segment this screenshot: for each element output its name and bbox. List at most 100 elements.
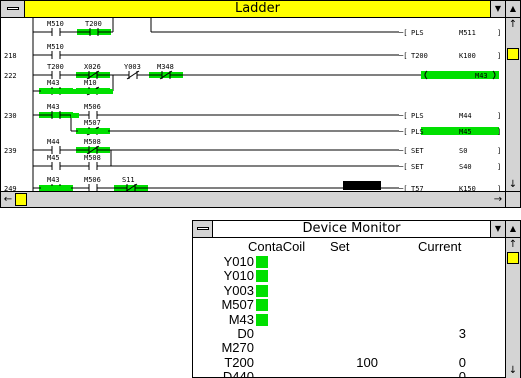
instruction-name: PLS — [411, 29, 424, 37]
instruction-name: SET — [411, 163, 424, 171]
instruction-operand: S40 — [459, 163, 472, 171]
instruction-open-bracket: ─[ — [398, 112, 407, 120]
device-name: D440 — [222, 369, 254, 378]
monitor-title-bar[interactable]: Device Monitor ▼ ▲ — [193, 221, 520, 238]
scroll-down-arrow-icon[interactable]: ↓ — [506, 364, 520, 378]
instruction-operand: M511 — [459, 29, 476, 37]
instruction-close-bracket: ] — [497, 147, 501, 155]
step-number: 230 — [4, 112, 17, 120]
instruction-open-bracket: ─[ — [398, 29, 407, 37]
device-name: D0 — [237, 326, 254, 341]
current-value: 3 — [458, 326, 466, 341]
step-number: 222 — [4, 72, 17, 80]
ladder-window-title: Ladder — [234, 1, 281, 16]
contact-label: T200 — [85, 20, 102, 28]
column-header-set: Set — [330, 239, 350, 254]
dropdown-triangle-icon[interactable]: ▼ — [490, 1, 505, 17]
energized-wire-highlight — [71, 113, 79, 118]
maximize-triangle-icon[interactable]: ▲ — [505, 1, 520, 17]
contact-label: T200 — [47, 63, 64, 71]
coil-operand: M43 — [475, 72, 488, 80]
ladder-title-bar[interactable]: Ladder ▼ ▲ — [1, 1, 520, 18]
contact-label: M507 — [84, 119, 101, 127]
contact-on-indicator — [256, 270, 268, 283]
instruction-close-bracket: ] — [497, 29, 501, 37]
instruction-close-bracket: ] — [497, 112, 501, 120]
contact-label: S11 — [122, 176, 135, 184]
horizontal-scroll-thumb[interactable] — [15, 193, 27, 206]
ladder-horizontal-scrollbar[interactable]: ← → — [1, 191, 505, 207]
instruction-close-bracket: ] — [497, 163, 501, 171]
device-name: M507 — [221, 297, 254, 313]
contact-label: Y003 — [124, 63, 141, 71]
contact-label: M44 — [47, 138, 60, 146]
vertical-scroll-thumb[interactable] — [507, 252, 519, 264]
ladder-window[interactable]: Ladder ▼ ▲ 218 222 230 239 249 M510 T200 M510 T2… — [0, 0, 521, 208]
contact-on-indicator — [256, 313, 268, 326]
monitor-vertical-scrollbar[interactable]: ↑ ↓ — [505, 238, 520, 378]
instruction-close-bracket: ] — [497, 52, 501, 60]
device-name: T200 — [224, 354, 254, 370]
ladder-vertical-scrollbar[interactable]: ↑ ↓ — [505, 18, 520, 192]
ladder-cursor — [343, 181, 381, 190]
instruction-open-bracket: ─[ — [398, 128, 407, 136]
monitor-row[interactable]: M270 — [193, 341, 506, 355]
step-number: 218 — [4, 52, 17, 60]
scroll-up-arrow-icon[interactable]: ↑ — [506, 18, 520, 32]
contact-label: M43 — [47, 103, 60, 111]
contact-label: M45 — [47, 154, 60, 162]
maximize-triangle-icon[interactable]: ▲ — [505, 221, 520, 237]
monitor-window-title: Device Monitor — [302, 221, 401, 236]
system-menu-icon[interactable] — [1, 1, 25, 17]
contact-label: M10 — [84, 79, 97, 87]
monitor-row[interactable]: D440 0 — [193, 370, 506, 378]
monitor-row[interactable]: Y003 — [193, 282, 506, 298]
contact-label: M348 — [157, 63, 174, 71]
instruction-open-bracket: ─[ — [398, 147, 407, 155]
contact-label: M508 — [84, 138, 101, 146]
contact-on-indicator — [256, 299, 268, 312]
instruction-name: T200 — [411, 52, 428, 60]
contact-label: M508 — [84, 154, 101, 162]
column-header-current: Current — [418, 239, 462, 254]
contact-on-indicator — [256, 256, 268, 268]
contact-label: M43 — [47, 176, 60, 184]
contact-label: M506 — [84, 103, 101, 111]
current-value: 0 — [458, 354, 466, 370]
scroll-left-arrow-icon[interactable]: ← — [1, 193, 15, 207]
scroll-up-arrow-icon[interactable]: ↑ — [506, 238, 520, 252]
monitor-row[interactable]: M43 — [193, 312, 506, 327]
monitor-row[interactable]: D0 3 — [193, 327, 506, 341]
scroll-down-arrow-icon[interactable]: ↓ — [506, 178, 520, 192]
device-name: Y010 — [223, 268, 254, 284]
scroll-right-arrow-icon[interactable]: → — [491, 193, 505, 207]
monitor-row[interactable]: T200 100 0 — [193, 354, 506, 370]
contact-label: M510 — [47, 20, 64, 28]
instruction-open-bracket: ─[ — [398, 52, 407, 60]
contact-label: X026 — [84, 63, 101, 71]
step-number: 239 — [4, 147, 17, 155]
column-header-contact-coil: ContaCoil — [248, 239, 306, 254]
device-monitor-window[interactable]: Device Monitor ▼ ▲ ContaCoil Set Current… — [192, 220, 521, 378]
instruction-operand: K100 — [459, 52, 476, 60]
device-name: Y003 — [223, 282, 254, 298]
system-menu-icon[interactable] — [193, 221, 213, 237]
monitor-row[interactable]: Y010 — [193, 269, 506, 283]
instruction-open-bracket: ─[ — [398, 163, 407, 171]
monitor-row[interactable]: M507 — [193, 298, 506, 312]
current-value: 0 — [458, 369, 466, 378]
contact-label: M510 — [47, 43, 64, 51]
device-name: M270 — [221, 340, 254, 356]
vertical-scroll-thumb[interactable] — [507, 48, 519, 60]
instruction-operand: S0 — [459, 147, 467, 155]
contact-label: M506 — [84, 176, 101, 184]
device-monitor-table: ContaCoil Set Current Y010 Y010 Y003 M507 M4… — [193, 238, 506, 378]
monitor-row[interactable]: Y010 — [193, 255, 506, 269]
scrollbar-corner — [505, 191, 520, 207]
contact-on-indicator — [256, 284, 268, 297]
instruction-operand: M44 — [459, 112, 472, 120]
dropdown-triangle-icon[interactable]: ▼ — [490, 221, 505, 237]
instruction-operand: M45 — [459, 128, 472, 136]
ladder-diagram[interactable]: 218 222 230 239 249 M510 T200 M510 T200 X026 Y003 M… — [1, 18, 506, 192]
instruction-name: PLS — [411, 112, 424, 120]
